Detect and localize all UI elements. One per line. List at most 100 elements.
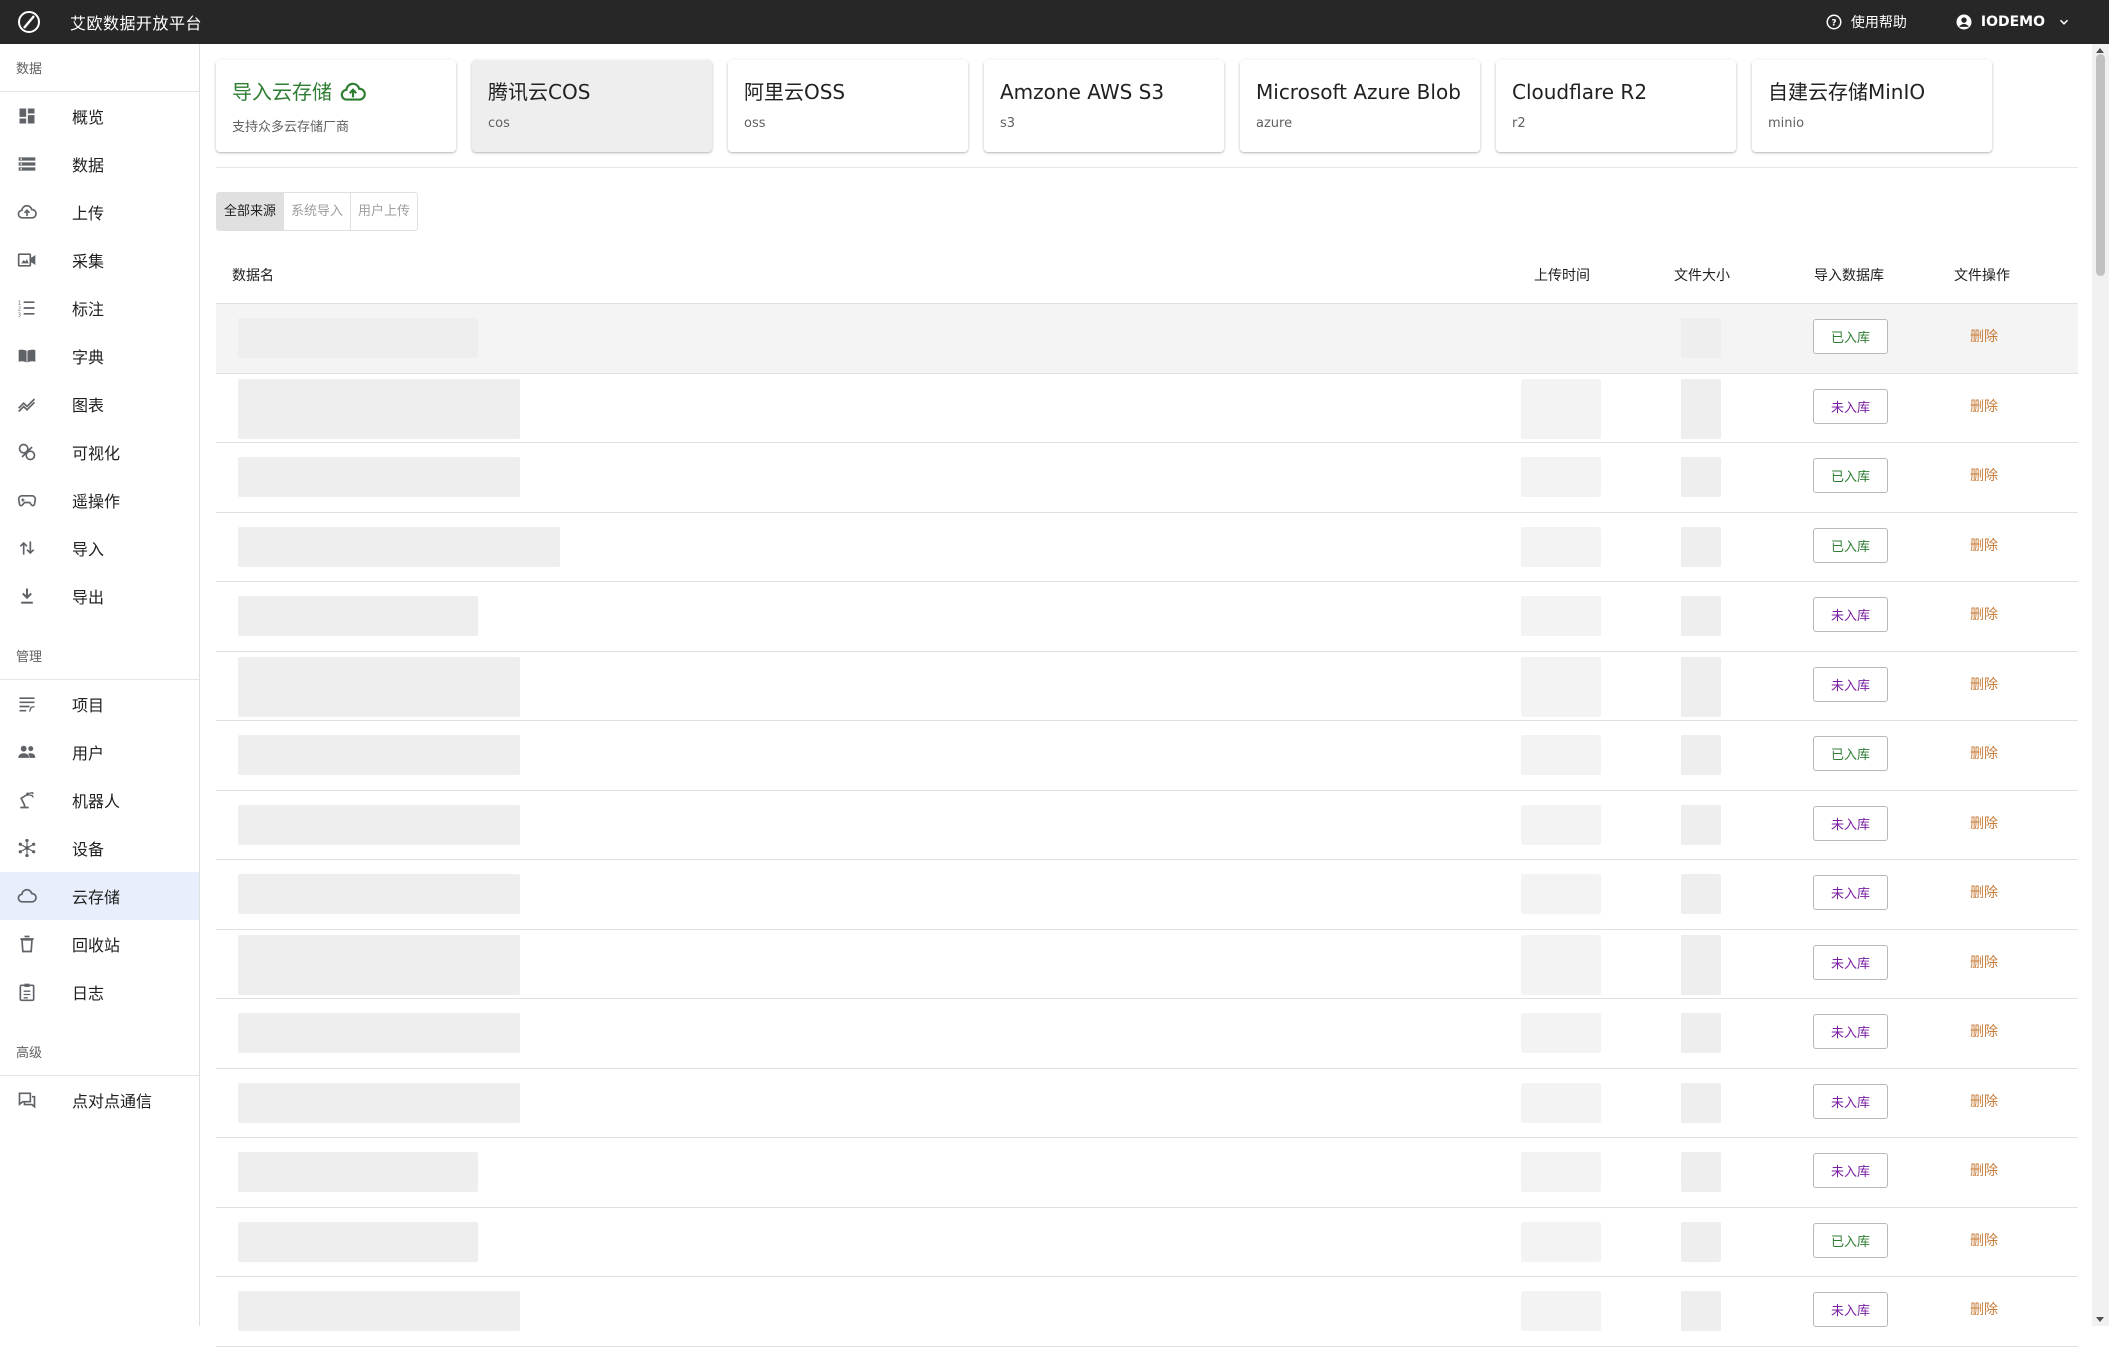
chat-icon bbox=[17, 1090, 37, 1110]
import-status-button[interactable]: 未入库 bbox=[1813, 1083, 1888, 1119]
provider-card[interactable]: 腾讯云COS cos bbox=[472, 60, 712, 152]
import-status-button[interactable]: 已入库 bbox=[1813, 527, 1888, 563]
sidebar-item-users[interactable]: 用户 bbox=[0, 728, 199, 776]
delete-link[interactable]: 删除 bbox=[1970, 813, 1998, 833]
table-row: 已入库 删除 bbox=[216, 304, 2078, 374]
sidebar-item-trash[interactable]: 回收站 bbox=[0, 920, 199, 968]
scroll-down-arrow[interactable] bbox=[2096, 1317, 2104, 1322]
top-app-bar: 艾欧数据开放平台 ? 使用帮助 IODEMO bbox=[0, 0, 2109, 44]
help-button[interactable]: ? 使用帮助 bbox=[1825, 12, 1907, 32]
delete-link[interactable]: 删除 bbox=[1970, 465, 1998, 485]
redacted-data-name bbox=[238, 1291, 520, 1331]
redacted-file-size bbox=[1681, 934, 1721, 995]
redacted-data-name bbox=[238, 1152, 478, 1192]
header-upload-time[interactable]: 上传时间 bbox=[1534, 265, 1590, 285]
import-status-button[interactable]: 未入库 bbox=[1813, 666, 1888, 702]
sidebar-item-storage[interactable]: 数据 bbox=[0, 140, 199, 188]
import-status-button[interactable]: 未入库 bbox=[1813, 1014, 1888, 1049]
filter-button[interactable]: 系统导入 bbox=[284, 193, 352, 230]
redacted-upload-time bbox=[1521, 1013, 1601, 1053]
import-status-button[interactable]: 已入库 bbox=[1813, 1222, 1888, 1258]
sidebar-item-label: 点对点通信 bbox=[72, 1092, 153, 1111]
sidebar-item-chat[interactable]: 点对点通信 bbox=[0, 1076, 199, 1124]
table-row: 已入库 删除 bbox=[216, 1208, 2078, 1277]
table-row: 未入库 删除 bbox=[216, 930, 2078, 999]
sidebar-item-visualize[interactable]: 可视化 bbox=[0, 428, 199, 476]
delete-link[interactable]: 删除 bbox=[1970, 674, 1998, 694]
redacted-upload-time bbox=[1521, 378, 1601, 439]
page-scrollbar[interactable] bbox=[2092, 44, 2109, 1326]
provider-card[interactable]: Microsoft Azure Blob azure bbox=[1240, 60, 1480, 152]
table-row: 未入库 删除 bbox=[216, 999, 2078, 1069]
redacted-upload-time bbox=[1521, 318, 1601, 358]
import-status-button[interactable]: 未入库 bbox=[1813, 1292, 1888, 1327]
import-status-button[interactable]: 已入库 bbox=[1813, 319, 1888, 354]
delete-link[interactable]: 删除 bbox=[1970, 1299, 1998, 1319]
scrollbar-thumb[interactable] bbox=[2096, 54, 2105, 276]
redacted-upload-time bbox=[1521, 874, 1601, 914]
delete-link[interactable]: 删除 bbox=[1970, 1160, 1998, 1180]
delete-link[interactable]: 删除 bbox=[1970, 1230, 1998, 1250]
provider-card[interactable]: Amzone AWS S3 s3 bbox=[984, 60, 1224, 152]
import-status-button[interactable]: 未入库 bbox=[1813, 597, 1888, 632]
sidebar-item-label: 日志 bbox=[72, 984, 105, 1003]
filter-button[interactable]: 用户上传 bbox=[351, 193, 417, 230]
import-status-button[interactable]: 未入库 bbox=[1813, 1153, 1888, 1188]
sidebar-item-book[interactable]: 字典 bbox=[0, 332, 199, 380]
sidebar-item-gamepad[interactable]: 遥操作 bbox=[0, 476, 199, 524]
provider-subtitle: azure bbox=[1256, 116, 1293, 131]
sidebar-item-log[interactable]: 日志 bbox=[0, 968, 199, 1016]
provider-title: Amzone AWS S3 bbox=[1000, 80, 1165, 104]
delete-link[interactable]: 删除 bbox=[1970, 396, 1998, 416]
provider-card[interactable]: 阿里云OSS oss bbox=[728, 60, 968, 152]
sidebar-item-label: 字典 bbox=[72, 348, 105, 367]
sidebar-item-device-hub[interactable]: 设备 bbox=[0, 824, 199, 872]
sidebar-item-cloud[interactable]: 云存储 bbox=[0, 872, 199, 920]
logo-icon[interactable] bbox=[16, 9, 42, 35]
sidebar-item-cloud-upload[interactable]: 上传 bbox=[0, 188, 199, 236]
sidebar-item-list[interactable]: 1 2 3 标注 bbox=[0, 284, 199, 332]
delete-link[interactable]: 删除 bbox=[1970, 535, 1998, 555]
redacted-data-name bbox=[238, 318, 478, 358]
sidebar-item-robot-arm[interactable]: 机器人 bbox=[0, 776, 199, 824]
delete-link[interactable]: 删除 bbox=[1970, 1091, 1998, 1111]
svg-text:?: ? bbox=[1831, 18, 1836, 28]
header-file-size[interactable]: 文件大小 bbox=[1674, 265, 1730, 285]
provider-card[interactable]: Cloudflare R2 r2 bbox=[1496, 60, 1736, 152]
delete-link[interactable]: 删除 bbox=[1970, 326, 1998, 346]
scroll-up-arrow[interactable] bbox=[2096, 48, 2104, 53]
redacted-data-name bbox=[238, 656, 520, 717]
sidebar-item-label: 采集 bbox=[72, 252, 105, 271]
delete-link[interactable]: 删除 bbox=[1970, 1021, 1998, 1041]
provider-subtitle: oss bbox=[744, 116, 766, 131]
table-row: 已入库 删除 bbox=[216, 721, 2078, 791]
sidebar-item-download[interactable]: 导出 bbox=[0, 572, 199, 620]
import-status-button[interactable]: 已入库 bbox=[1813, 736, 1888, 771]
sidebar-item-label: 回收站 bbox=[72, 936, 121, 955]
sidebar-item-project[interactable]: 项目 bbox=[0, 680, 199, 728]
delete-link[interactable]: 删除 bbox=[1970, 604, 1998, 624]
redacted-file-size bbox=[1681, 735, 1721, 775]
sidebar-item-import-arrows[interactable]: 导入 bbox=[0, 524, 199, 572]
redacted-file-size bbox=[1681, 457, 1721, 497]
sidebar-item-camera[interactable]: 采集 bbox=[0, 236, 199, 284]
import-status-button[interactable]: 已入库 bbox=[1813, 458, 1888, 493]
import-cloud-storage-card[interactable]: 导入云存储 支持众多云存储厂商 bbox=[216, 60, 456, 152]
robot-arm-icon bbox=[17, 790, 37, 810]
import-status-button[interactable]: 未入库 bbox=[1813, 944, 1888, 980]
import-status-button[interactable]: 未入库 bbox=[1813, 805, 1888, 841]
sidebar-item-label: 可视化 bbox=[72, 444, 121, 463]
import-status-button[interactable]: 未入库 bbox=[1813, 388, 1888, 424]
import-status-button[interactable]: 未入库 bbox=[1813, 875, 1888, 910]
provider-card[interactable]: 自建云存储MinIO minio bbox=[1752, 60, 1992, 152]
delete-link[interactable]: 删除 bbox=[1970, 952, 1998, 972]
delete-link[interactable]: 删除 bbox=[1970, 743, 1998, 763]
data-table: 数据名 上传时间 文件大小 导入数据库 文件操作 已入库 删除 未入库 删除 已入库 删除… bbox=[216, 246, 2078, 1347]
delete-link[interactable]: 删除 bbox=[1970, 882, 1998, 902]
redacted-data-name bbox=[238, 934, 520, 995]
sidebar-item-dashboard[interactable]: 概览 bbox=[0, 92, 199, 140]
sidebar-item-chart[interactable]: 图表 bbox=[0, 380, 199, 428]
user-menu-button[interactable]: IODEMO bbox=[1955, 13, 2071, 31]
redacted-upload-time bbox=[1521, 934, 1601, 995]
filter-button[interactable]: 全部来源 bbox=[217, 193, 285, 230]
